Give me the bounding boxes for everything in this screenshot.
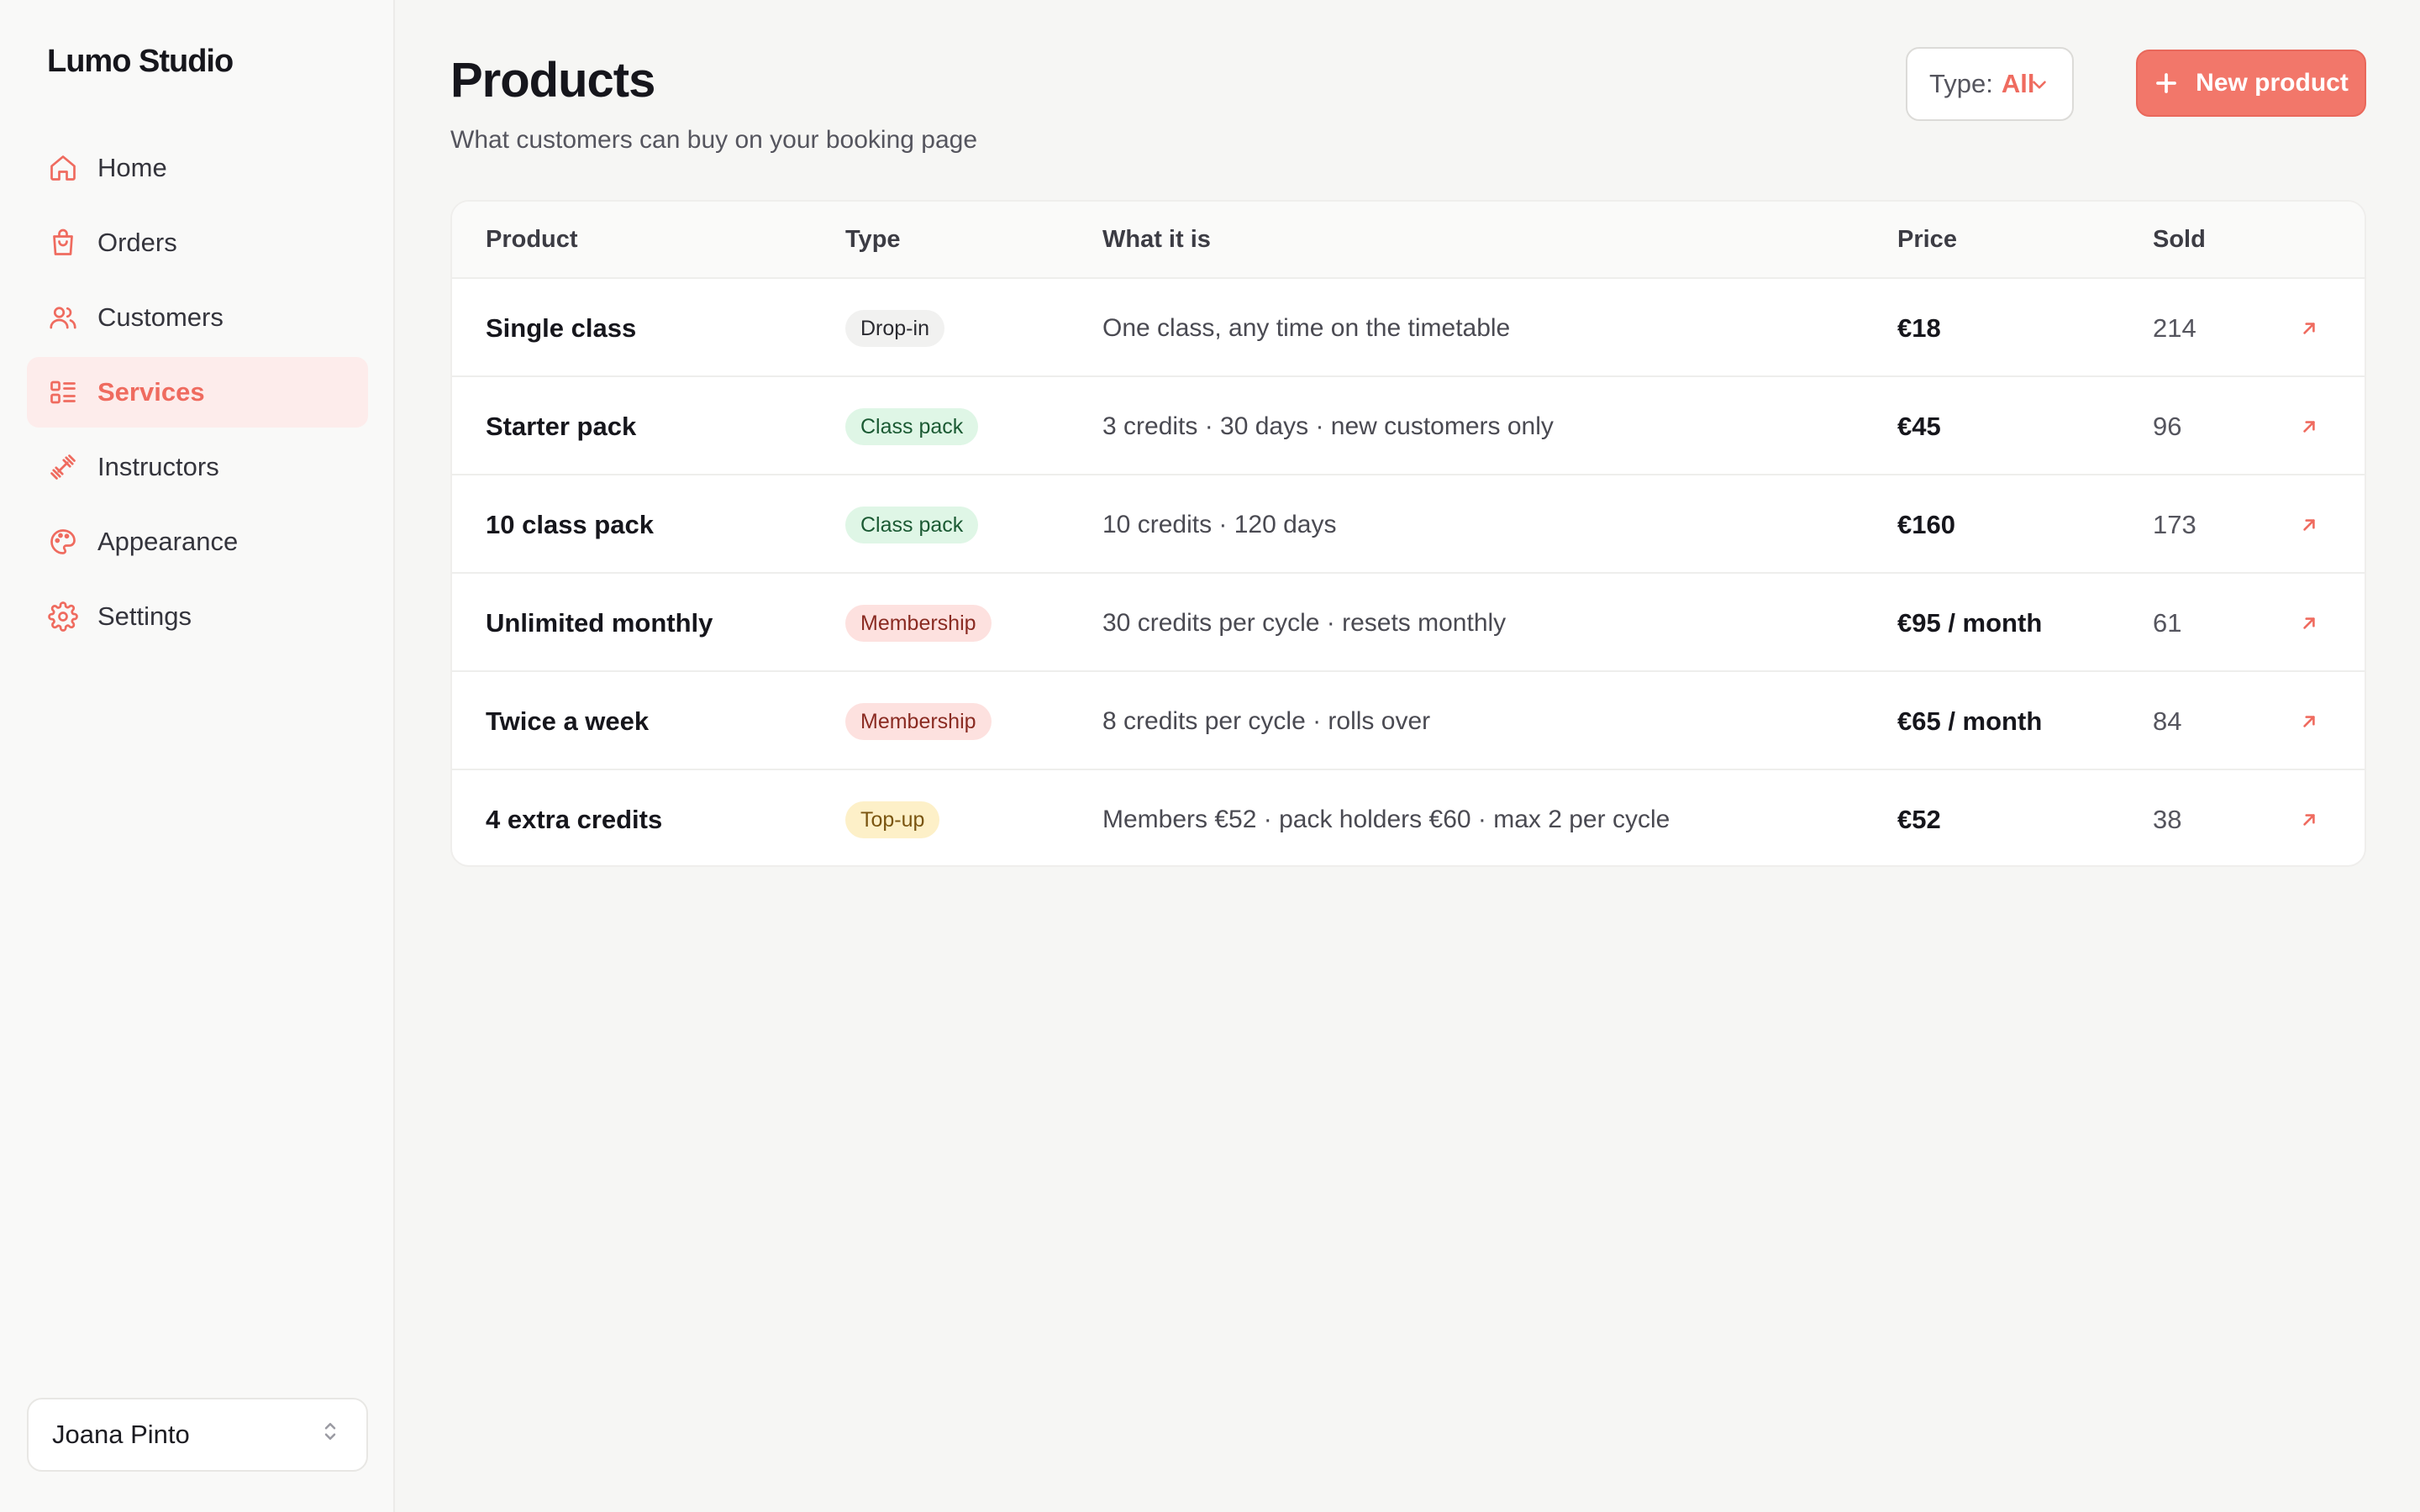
sidebar-item-appearance[interactable]: Appearance — [27, 507, 368, 577]
product-description: 3 credits · 30 days · new customers only — [1102, 412, 1554, 440]
column-header-price[interactable]: Price — [1897, 226, 1957, 254]
chevron-up-down-icon — [318, 1419, 343, 1451]
product-name: Starter pack — [486, 411, 637, 441]
products-table: Product Type What it is Price Sold Singl… — [450, 200, 2366, 867]
home-icon — [47, 152, 79, 184]
column-header-type[interactable]: Type — [845, 226, 901, 254]
arrow-up-right-icon — [2303, 715, 2315, 727]
arrow-up-right-icon — [2303, 518, 2315, 531]
list-icon — [47, 376, 79, 408]
arrow-up-right-icon — [2303, 420, 2315, 433]
type-filter-dropdown[interactable]: Type: All — [1906, 47, 2074, 121]
dumbbell-icon — [47, 451, 79, 483]
table-row[interactable]: Unlimited monthly Membership 30 credits … — [452, 574, 2365, 672]
product-sold: 96 — [2153, 411, 2182, 441]
user-switcher[interactable]: Joana Pinto — [27, 1398, 368, 1472]
product-description: One class, any time on the timetable — [1102, 313, 1511, 342]
chevron-down-icon — [2033, 81, 2046, 89]
table-row[interactable]: Twice a week Membership 8 credits per cy… — [452, 672, 2365, 770]
product-name: 4 extra credits — [486, 804, 663, 834]
new-product-button[interactable]: New product — [2136, 50, 2366, 117]
column-header-product[interactable]: Product — [486, 226, 578, 254]
sidebar-nav: Home Orders Customers Services Instructo… — [27, 133, 368, 656]
arrow-up-right-icon — [2303, 322, 2315, 334]
type-badge: Drop-in — [845, 309, 944, 347]
user-name: Joana Pinto — [52, 1420, 190, 1449]
plus-icon — [2156, 73, 2177, 93]
product-description: Members €52 · pack holders €60 · max 2 p… — [1102, 805, 1670, 833]
sidebar-item-orders[interactable]: Orders — [27, 207, 368, 278]
sidebar-item-label: Customers — [97, 302, 224, 332]
sidebar-item-label: Appearance — [97, 527, 239, 556]
sidebar-item-customers[interactable]: Customers — [27, 282, 368, 353]
table-row[interactable]: Single class Drop-in One class, any time… — [452, 279, 2365, 377]
sidebar-item-label: Home — [97, 153, 167, 182]
product-sold: 61 — [2153, 607, 2182, 638]
product-sold: 214 — [2153, 312, 2196, 343]
type-badge: Membership — [845, 702, 992, 740]
product-price: €160 — [1897, 509, 1955, 539]
type-badge: Top-up — [845, 801, 940, 838]
table-header: Product Type What it is Price Sold — [452, 202, 2365, 279]
column-header-what[interactable]: What it is — [1102, 226, 1211, 254]
bag-icon — [47, 227, 79, 259]
column-header-sold[interactable]: Sold — [2153, 226, 2206, 254]
type-badge: Membership — [845, 604, 992, 642]
open-product-button[interactable] — [2289, 770, 2329, 865]
product-description: 8 credits per cycle · rolls over — [1102, 706, 1431, 735]
product-name: 10 class pack — [486, 509, 654, 539]
product-price: €52 — [1897, 804, 1941, 834]
arrow-up-right-icon — [2303, 813, 2315, 826]
product-description: 30 credits per cycle · resets monthly — [1102, 608, 1507, 637]
sidebar-item-label: Settings — [97, 601, 192, 631]
sidebar-item-label: Orders — [97, 228, 177, 257]
sidebar: Lumo Studio Home Orders Customers Servic… — [0, 0, 395, 1512]
product-description: 10 credits · 120 days — [1102, 510, 1337, 538]
gear-icon — [47, 601, 79, 633]
new-product-label: New product — [2196, 69, 2349, 97]
sidebar-item-label: Instructors — [97, 452, 219, 481]
page-title: Products — [450, 53, 655, 108]
type-badge: Class pack — [845, 407, 979, 445]
sidebar-item-home[interactable]: Home — [27, 133, 368, 203]
sidebar-item-instructors[interactable]: Instructors — [27, 432, 368, 502]
filter-label: Type: — [1929, 69, 1993, 98]
product-price: €18 — [1897, 312, 1941, 343]
open-product-button[interactable] — [2289, 475, 2329, 574]
sidebar-item-label: Services — [97, 377, 205, 407]
page-subtitle: What customers can buy on your booking p… — [450, 126, 978, 154]
product-sold: 38 — [2153, 804, 2182, 834]
open-product-button[interactable] — [2289, 377, 2329, 475]
sidebar-item-services[interactable]: Services — [27, 357, 368, 428]
brand-logo: Lumo Studio — [47, 44, 234, 79]
palette-icon — [47, 526, 79, 558]
table-row[interactable]: Starter pack Class pack 3 credits · 30 d… — [452, 377, 2365, 475]
open-product-button[interactable] — [2289, 279, 2329, 377]
product-price: €65 / month — [1897, 706, 2043, 736]
product-name: Twice a week — [486, 706, 650, 736]
table-row[interactable]: 4 extra credits Top-up Members €52 · pac… — [452, 770, 2365, 865]
users-icon — [47, 302, 79, 333]
open-product-button[interactable] — [2289, 574, 2329, 672]
product-price: €95 / month — [1897, 607, 2043, 638]
product-sold: 173 — [2153, 509, 2196, 539]
product-sold: 84 — [2153, 706, 2182, 736]
type-badge: Class pack — [845, 506, 979, 543]
sidebar-item-settings[interactable]: Settings — [27, 581, 368, 652]
open-product-button[interactable] — [2289, 672, 2329, 770]
table-row[interactable]: 10 class pack Class pack 10 credits · 12… — [452, 475, 2365, 574]
product-price: €45 — [1897, 411, 1941, 441]
product-name: Single class — [486, 312, 637, 343]
arrow-up-right-icon — [2303, 617, 2315, 629]
product-name: Unlimited monthly — [486, 607, 713, 638]
